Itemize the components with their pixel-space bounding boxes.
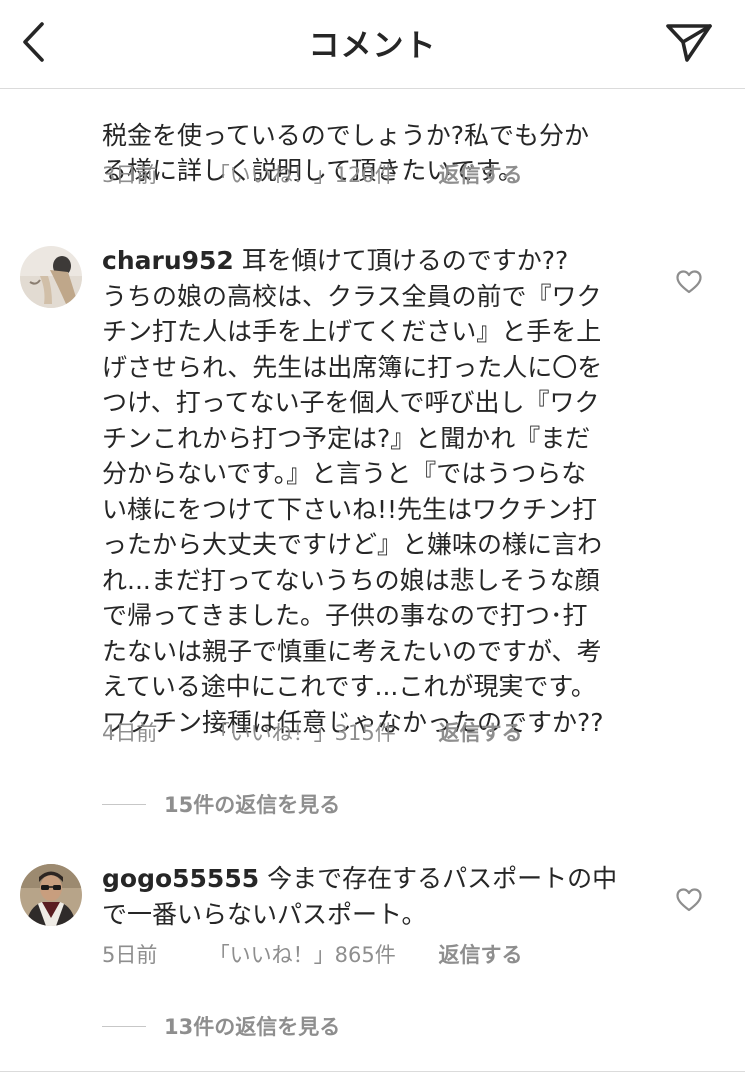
comment-text: gogo55555 今まで存在するパスポートの中 で一番いらないパスポート。 [102, 861, 662, 932]
comment-meta: 5日前 「いいね！」865件 返信する [102, 939, 522, 969]
comment-meta: 3日前 「いいね！」120件 返信する [102, 159, 522, 189]
avatar[interactable] [20, 246, 82, 308]
like-button[interactable] [675, 268, 703, 296]
comment-likes[interactable]: 「いいね！」315件 [209, 717, 396, 747]
comment-time: 4日前 [102, 721, 158, 745]
view-replies-button[interactable]: 15件の返信を見る [102, 789, 340, 819]
share-button[interactable] [660, 16, 718, 68]
comment-username[interactable]: charu952 [102, 246, 234, 275]
reply-button[interactable]: 返信する [438, 717, 522, 747]
heart-icon [676, 888, 702, 912]
replies-divider-line [102, 803, 146, 805]
reply-button[interactable]: 返信する [438, 159, 522, 189]
view-replies-button[interactable]: 13件の返信を見る [102, 1011, 340, 1041]
comment-username[interactable]: gogo55555 [102, 864, 259, 893]
like-button[interactable] [675, 886, 703, 914]
view-replies-label: 13件の返信を見る [164, 1015, 341, 1039]
comment-body: 耳を傾けて頂けるのですか?? うちの娘の高校は、クラス全員の前で『ワク チン打た… [102, 246, 604, 737]
bottom-divider [0, 1071, 745, 1072]
comment-text: charu952 耳を傾けて頂けるのですか?? うちの娘の高校は、クラス全員の前… [102, 243, 662, 740]
comment-likes[interactable]: 「いいね！」120件 [209, 159, 396, 189]
heart-icon [676, 270, 702, 294]
page-title: コメント [308, 28, 437, 64]
paper-plane-icon [666, 24, 712, 62]
replies-divider-line [102, 1025, 146, 1027]
header-bar: コメント [0, 0, 745, 89]
comment-meta: 4日前 「いいね！」315件 返信する [102, 717, 522, 747]
comment-time: 5日前 [102, 943, 158, 967]
avatar[interactable] [20, 864, 82, 926]
comment-likes[interactable]: 「いいね！」865件 [209, 939, 396, 969]
reply-button[interactable]: 返信する [438, 939, 522, 969]
comment-time: 3日前 [102, 163, 158, 187]
view-replies-label: 15件の返信を見る [164, 793, 341, 817]
